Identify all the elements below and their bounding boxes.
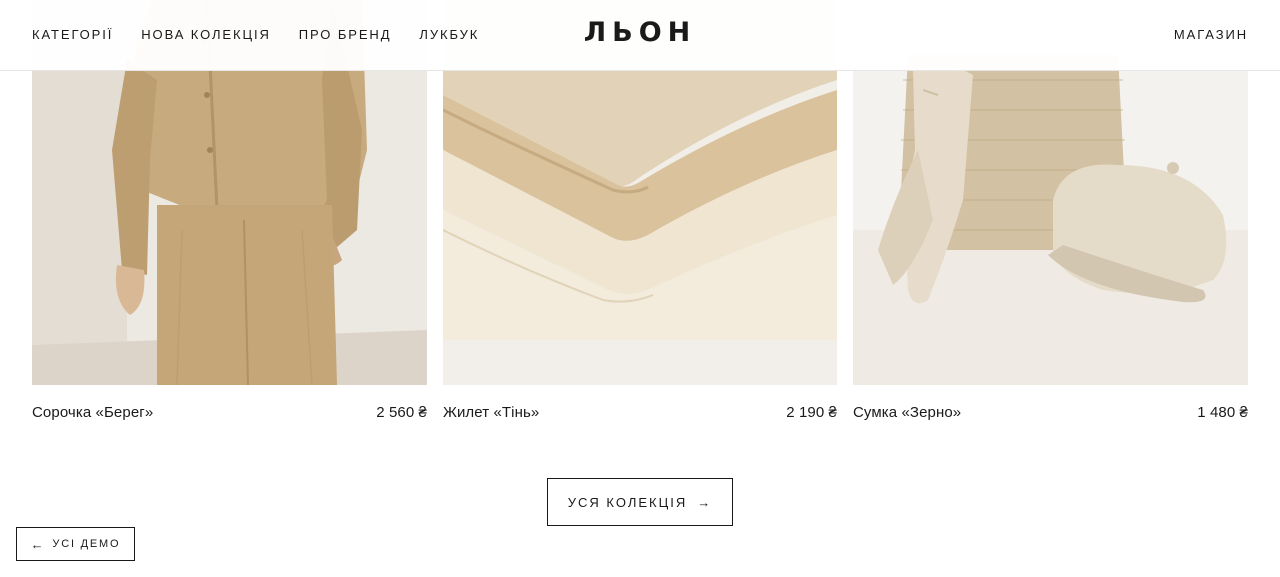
site-header: КАТЕГОРІЇ НОВА КОЛЕКЦІЯ ПРО БРЕНД ЛУКБУК… bbox=[0, 0, 1280, 71]
all-demos-button[interactable]: ← УСІ ДЕМО bbox=[16, 527, 135, 561]
product-price: 1 480 ₴ bbox=[1197, 404, 1248, 421]
product-name[interactable]: Сорочка «Берег» bbox=[32, 404, 153, 421]
all-demos-label: УСІ ДЕМО bbox=[52, 538, 121, 550]
product-price: 2 560 ₴ bbox=[376, 404, 427, 421]
product-price: 2 190 ₴ bbox=[786, 404, 837, 421]
brand-logo[interactable]: ЛЬОН bbox=[0, 17, 1280, 48]
all-collection-button[interactable]: УСЯ КОЛЕКЦІЯ → bbox=[547, 478, 733, 526]
nav-shop[interactable]: МАГАЗИН bbox=[1174, 27, 1248, 42]
product-name[interactable]: Сумка «Зерно» bbox=[853, 404, 961, 421]
arrow-left-icon: ← bbox=[30, 536, 46, 552]
all-collection-label: УСЯ КОЛЕКЦІЯ bbox=[567, 494, 688, 510]
product-name[interactable]: Жилет «Тінь» bbox=[443, 404, 539, 421]
arrow-right-icon: → bbox=[697, 494, 713, 510]
